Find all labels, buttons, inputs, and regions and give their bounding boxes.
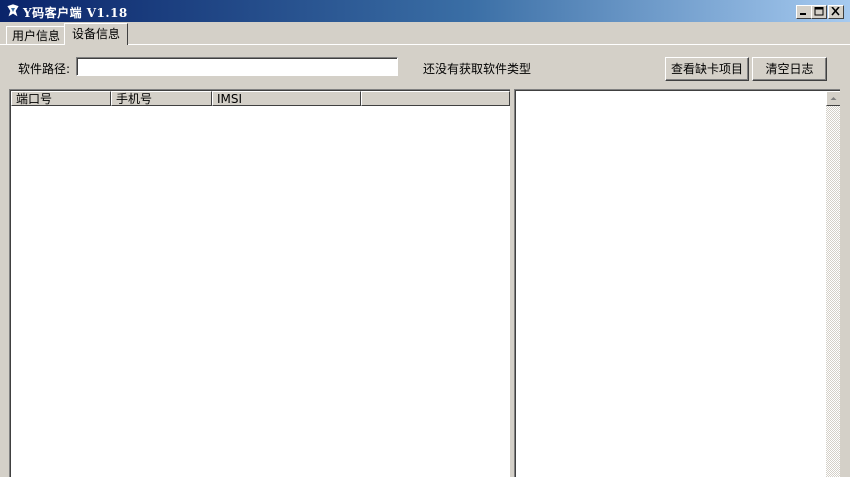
device-list[interactable]: 端口号 手机号 IMSI: [9, 89, 510, 477]
tab-device-info[interactable]: 设备信息: [64, 23, 128, 45]
tab-user-info-label: 用户信息: [11, 29, 60, 43]
log-panel[interactable]: [514, 89, 841, 477]
column-extra[interactable]: [361, 91, 510, 106]
close-button[interactable]: [828, 5, 844, 19]
window-right-frame: [840, 45, 850, 476]
window-title: Y码客户端 V1.18: [23, 6, 128, 20]
minimize-icon: [800, 13, 806, 15]
scroll-up-button[interactable]: [826, 91, 841, 106]
app-logo-icon: [6, 3, 20, 18]
column-imsi[interactable]: IMSI: [212, 91, 361, 106]
view-missing-card-button[interactable]: 查看缺卡项目: [665, 57, 749, 81]
software-path-label: 软件路径:: [18, 62, 71, 76]
tab-user-info[interactable]: 用户信息: [6, 26, 66, 45]
column-port[interactable]: 端口号: [11, 91, 111, 106]
software-type-status: 还没有获取软件类型: [423, 62, 532, 76]
log-vertical-scrollbar[interactable]: [826, 91, 841, 477]
device-list-header: 端口号 手机号 IMSI: [11, 91, 510, 107]
scroll-up-icon: [830, 97, 837, 100]
close-icon: [831, 7, 840, 16]
minimize-button[interactable]: [796, 5, 812, 19]
maximize-button[interactable]: [811, 5, 827, 19]
column-phone[interactable]: 手机号: [111, 91, 212, 106]
clear-log-button[interactable]: 清空日志: [752, 57, 827, 81]
tab-device-info-label: 设备信息: [71, 27, 120, 41]
software-path-input[interactable]: [76, 57, 398, 76]
window-title-bar[interactable]: Y码客户端 V1.18: [0, 0, 850, 22]
maximize-icon: [814, 7, 824, 16]
